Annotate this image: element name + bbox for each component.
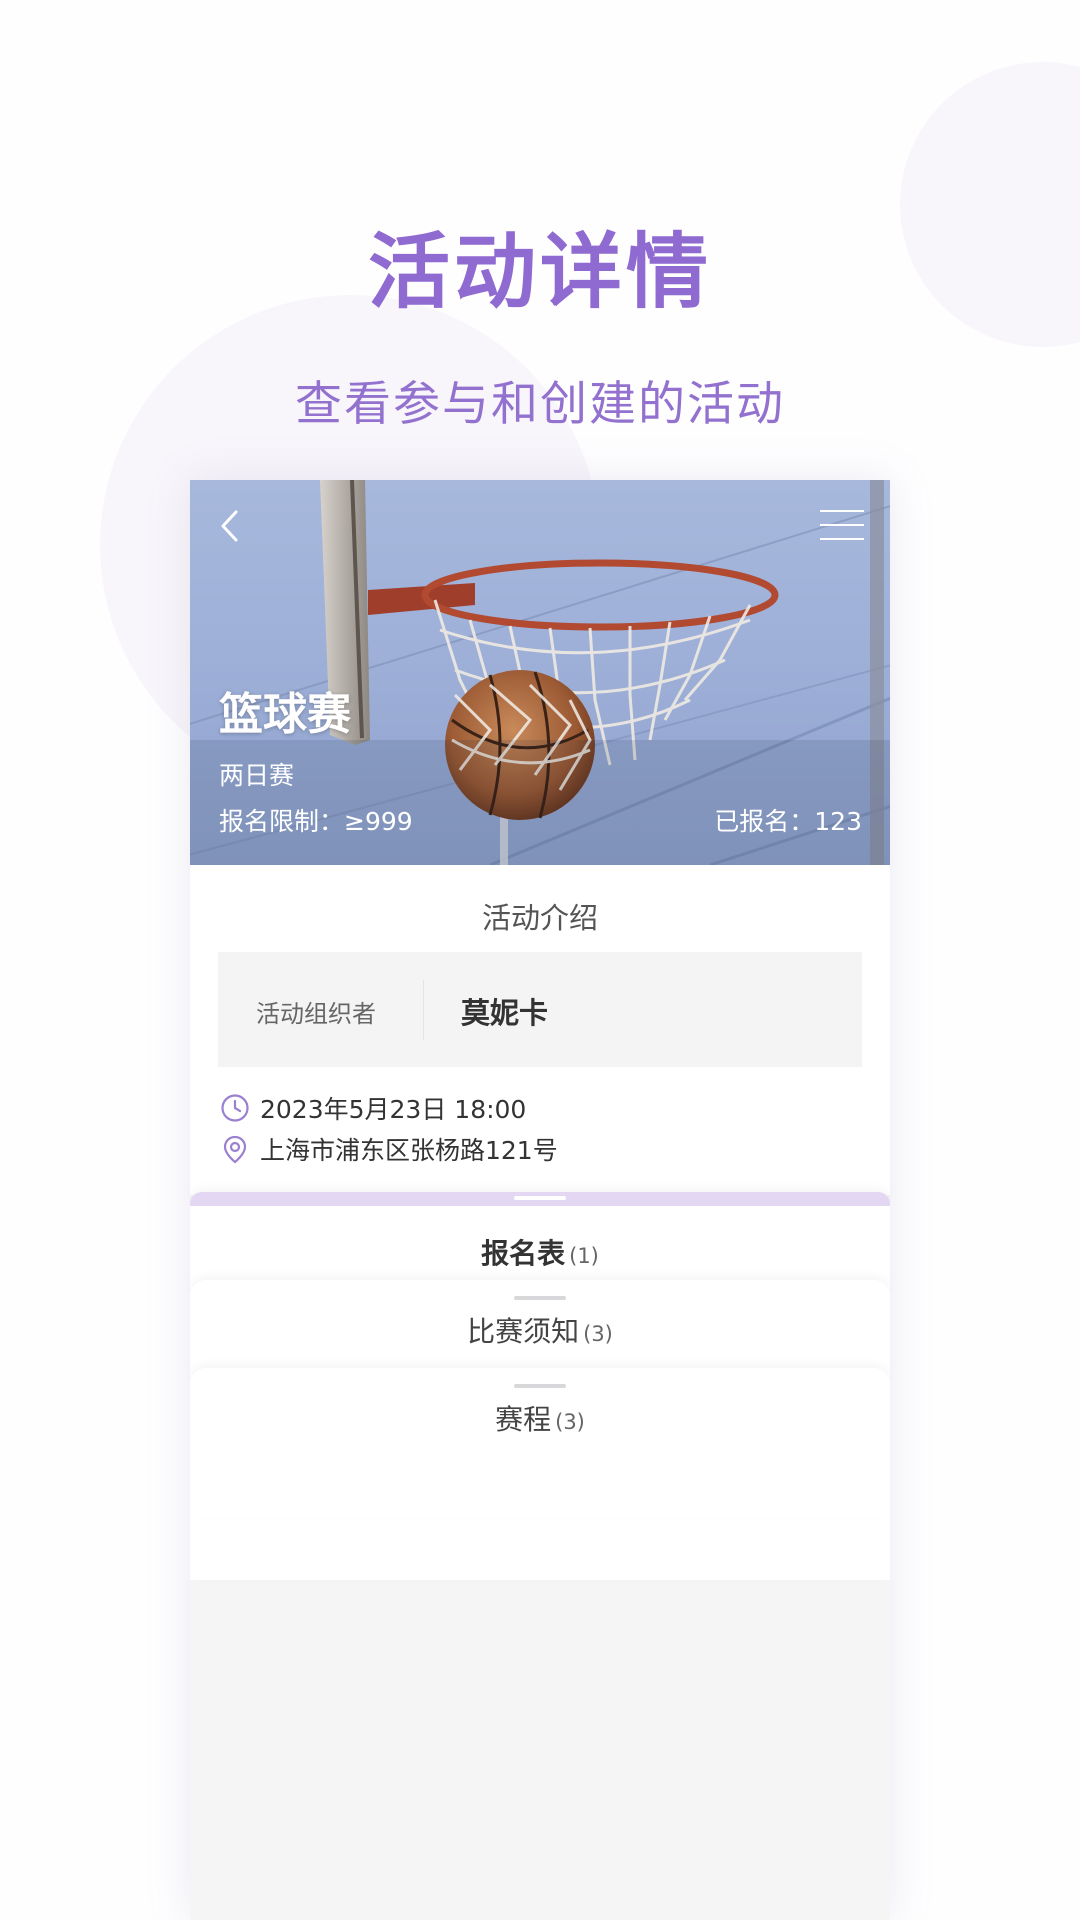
back-button[interactable] <box>212 506 252 546</box>
drag-handle[interactable] <box>514 1384 566 1388</box>
event-banner: 篮球赛 两日赛 报名限制：≥999 已报名：123 <box>190 480 890 865</box>
location-pin-icon <box>223 1135 247 1164</box>
drag-handle[interactable] <box>514 1296 566 1300</box>
drag-handle[interactable] <box>514 1196 566 1200</box>
divider <box>423 980 424 1040</box>
event-address: 上海市浦东区张杨路121号 <box>260 1136 558 1165</box>
chevron-left-icon <box>221 510 238 542</box>
tab-schedule-count: (3) <box>555 1410 585 1434</box>
tab-schedule[interactable]: 赛程 (3) <box>190 1368 890 1518</box>
page-subtitle: 查看参与和创建的活动 <box>295 377 785 432</box>
hamburger-menu-icon <box>820 510 864 512</box>
registration-limit: 报名限制：≥999 <box>219 807 413 836</box>
hamburger-menu-icon <box>820 538 864 540</box>
registered-count: 已报名：123 <box>714 807 862 836</box>
event-type: 两日赛 <box>219 761 295 790</box>
tab-registration-label: 报名表 <box>481 1237 566 1270</box>
event-datetime-row: 2023年5月23日 18:00 <box>220 1090 526 1126</box>
hamburger-menu-icon <box>820 524 864 526</box>
tab-registration-count: (1) <box>569 1244 599 1268</box>
menu-button[interactable] <box>820 510 864 542</box>
organizer-name: 莫妮卡 <box>461 996 549 1030</box>
phone-mockup: 篮球赛 两日赛 报名限制：≥999 已报名：123 活动介绍 活动组织者 莫妮卡… <box>190 480 890 1920</box>
tab-rules-count: (3) <box>583 1322 613 1346</box>
page-title: 活动详情 <box>367 225 712 320</box>
clock-icon <box>221 1094 249 1122</box>
app-screen: 活动详情 查看参与和创建的活动 篮球赛 两日赛 报名限制：≥999 已报名：12… <box>0 0 1080 1920</box>
event-address-row: 上海市浦东区张杨路121号 <box>220 1131 558 1167</box>
event-datetime: 2023年5月23日 18:00 <box>260 1095 527 1124</box>
event-title: 篮球赛 <box>219 689 351 740</box>
tab-rules-label: 比赛须知 <box>467 1315 580 1348</box>
organizer-label: 活动组织者 <box>256 1000 376 1028</box>
organizer-card: 活动组织者 莫妮卡 <box>218 952 862 1067</box>
tab-schedule-label: 赛程 <box>495 1403 552 1436</box>
intro-section-title: 活动介绍 <box>481 901 598 935</box>
